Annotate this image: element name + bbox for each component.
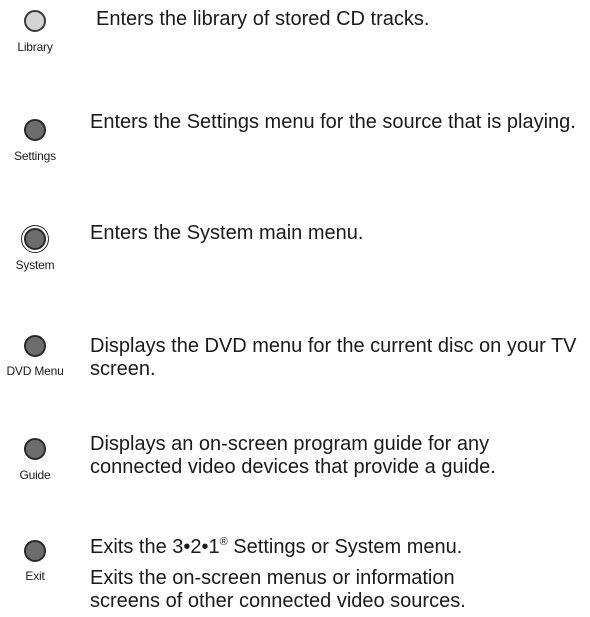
dvd-menu-description: Displays the DVD menu for the current di… xyxy=(90,335,577,380)
exit-description-primary: Exits the 3•2•1® Settings or System menu… xyxy=(90,536,590,559)
guide-button-icon[interactable] xyxy=(24,438,46,460)
settings-description: Enters the Settings menu for the source … xyxy=(90,111,576,133)
dvd-menu-button-icon[interactable] xyxy=(24,335,46,357)
exit-description-text-before: Exits the 3•2•1 xyxy=(90,536,220,558)
exit-button-label: Exit xyxy=(25,569,45,583)
dvd-menu-button-label: DVD Menu xyxy=(6,364,64,378)
exit-description-secondary: Exits the on-screen menus or information… xyxy=(90,567,466,612)
settings-button-icon[interactable] xyxy=(24,119,46,141)
library-description: Enters the library of stored CD tracks. xyxy=(96,8,430,30)
library-button-icon[interactable] xyxy=(24,10,46,32)
system-description: Enters the System main menu. xyxy=(90,222,364,244)
settings-button-label: Settings xyxy=(14,149,56,163)
exit-button-icon[interactable] xyxy=(24,540,46,562)
system-button-label: System xyxy=(15,258,55,272)
system-button-icon[interactable] xyxy=(24,228,46,250)
guide-button-label: Guide xyxy=(19,468,51,482)
exit-description-text-after: Settings or System menu. xyxy=(227,536,463,558)
library-button-label: Library xyxy=(17,40,53,54)
registered-mark: ® xyxy=(219,536,228,548)
guide-description: Displays an on-screen program guide for … xyxy=(90,433,496,478)
